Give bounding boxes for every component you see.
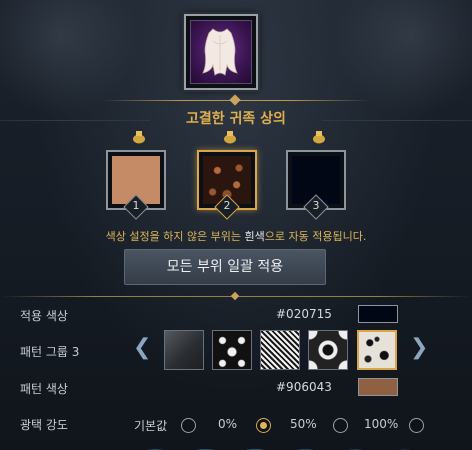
- pattern-group-label: 패턴 그룹 3: [20, 345, 80, 359]
- pattern-color-hex: #906043: [276, 380, 332, 394]
- gloss-option-100-label: 100%: [364, 417, 399, 431]
- ornament-left: [0, 0, 150, 121]
- dye-pot-icon: [224, 131, 236, 144]
- ornament-right: [322, 0, 472, 121]
- dye-pot-icon: [133, 131, 145, 144]
- pattern-baroque[interactable]: [357, 330, 397, 370]
- slot-number: 3: [312, 199, 320, 212]
- dye-slot-2[interactable]: 2: [197, 131, 257, 220]
- applied-color-hex: #020715: [276, 307, 332, 321]
- dye-slot-1[interactable]: 1: [106, 131, 166, 220]
- gloss-option-0-label: 0%: [218, 417, 238, 431]
- gloss-option-100-radio[interactable]: [409, 418, 424, 433]
- dye-pot-icon: [313, 131, 325, 144]
- pattern-color-swatch[interactable]: [358, 378, 398, 396]
- gloss-option-default-label: 기본값: [134, 419, 168, 433]
- item-icon-frame: [184, 14, 258, 90]
- auto-white-notice: 색상 설정을 하지 않은 부위는 흰색으로 자동 적용됩니다.: [0, 228, 472, 244]
- applied-color-swatch[interactable]: [358, 305, 398, 323]
- notice-text: 으로 자동 적용됩니다.: [264, 230, 367, 243]
- pattern-fleur-de-lis[interactable]: [212, 330, 252, 370]
- gloss-option-50-label: 50%: [290, 417, 317, 431]
- item-name: 고결한 귀족 상의: [186, 111, 286, 127]
- gloss-option-default-radio[interactable]: [181, 418, 196, 433]
- notice-highlight: 흰색: [244, 230, 265, 243]
- pattern-medallion[interactable]: [308, 330, 348, 370]
- pattern-color-label: 패턴 색상: [20, 382, 68, 396]
- pattern-prev-arrow-icon[interactable]: ❮: [133, 336, 151, 360]
- apply-all-button[interactable]: 모든 부위 일괄 적용: [124, 249, 326, 285]
- pattern-next-arrow-icon[interactable]: ❯: [410, 336, 428, 360]
- gloss-option-0-radio[interactable]: [256, 418, 271, 433]
- gloss-label: 광택 강도: [20, 418, 68, 432]
- notice-text: 색상 설정을 하지 않은 부위는: [105, 230, 245, 243]
- slot-number: 1: [132, 199, 140, 212]
- pattern-crosshatch[interactable]: [260, 330, 300, 370]
- bottom-glow-decoration: [0, 440, 472, 450]
- applied-color-label: 적용 색상: [20, 309, 68, 323]
- dye-slot-3[interactable]: 3: [286, 131, 346, 220]
- slot-number: 2: [223, 199, 231, 212]
- gloss-option-50-radio[interactable]: [333, 418, 348, 433]
- noble-top-icon: [190, 20, 252, 84]
- pattern-dark-gradient[interactable]: [164, 330, 204, 370]
